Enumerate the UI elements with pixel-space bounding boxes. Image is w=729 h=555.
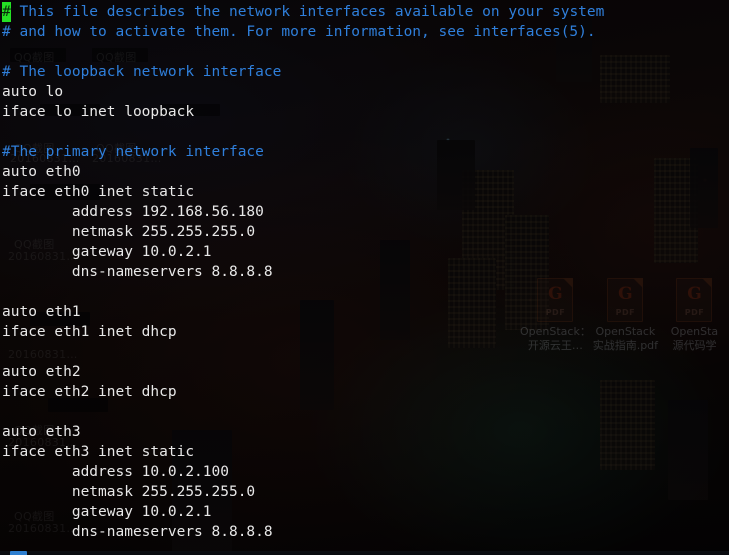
terminal-line: auto eth1 xyxy=(2,302,729,322)
terminal-line: # The loopback network interface xyxy=(2,62,729,82)
terminal-line-text: iface lo inet loopback xyxy=(2,104,195,120)
terminal-line-text xyxy=(2,124,11,140)
terminal-text-area[interactable]: # This file describes the network interf… xyxy=(0,0,729,555)
terminal-line: netmask 255.255.255.0 xyxy=(2,482,729,502)
terminal-line: dns-nameservers 8.8.8.8 xyxy=(2,262,729,282)
terminal-line-text: auto eth3 xyxy=(2,424,81,440)
terminal-line: gateway 10.0.2.1 xyxy=(2,502,729,522)
terminal-line xyxy=(2,122,729,142)
terminal-line: auto lo xyxy=(2,82,729,102)
terminal-line-text xyxy=(2,344,11,360)
terminal-line-text: netmask 255.255.255.0 xyxy=(2,484,256,500)
terminal-line-text: netmask 255.255.255.0 xyxy=(2,224,256,240)
terminal-line-text: address 192.168.56.180 xyxy=(2,204,264,220)
terminal-line: auto eth3 xyxy=(2,422,729,442)
terminal-line: # This file describes the network interf… xyxy=(2,2,729,22)
terminal-line: netmask 255.255.255.0 xyxy=(2,222,729,242)
taskbar-window-chip[interactable] xyxy=(10,551,27,555)
terminal-line: iface eth2 inet dhcp xyxy=(2,382,729,402)
terminal-line: address 192.168.56.180 xyxy=(2,202,729,222)
terminal-line-text: dns-nameservers 8.8.8.8 xyxy=(2,264,273,280)
terminal-line-text: #The primary network interface xyxy=(2,144,264,160)
terminal-line: iface eth0 inet static xyxy=(2,182,729,202)
terminal-line: #The primary network interface xyxy=(2,142,729,162)
terminal-line-text: This file describes the network interfac… xyxy=(10,4,605,20)
terminal-line: iface eth3 inet static xyxy=(2,442,729,462)
terminal-line-text: iface eth3 inet static xyxy=(2,444,195,460)
desktop-screen: QQ截图 QQ截图 QQ截图 QQ截图 20160831… 20160831… … xyxy=(0,0,729,555)
terminal-line: iface lo inet loopback xyxy=(2,102,729,122)
terminal-line: gateway 10.0.2.1 xyxy=(2,242,729,262)
terminal-line-text xyxy=(2,44,11,60)
terminal-line-text: auto eth2 xyxy=(2,364,81,380)
terminal-line-text xyxy=(2,404,11,420)
terminal-line: auto eth2 xyxy=(2,362,729,382)
terminal-line-text: iface eth0 inet static xyxy=(2,184,195,200)
terminal-line: iface eth1 inet dhcp xyxy=(2,322,729,342)
terminal-line: # and how to activate them. For more inf… xyxy=(2,22,729,42)
terminal-line xyxy=(2,342,729,362)
terminal-line-text: iface eth1 inet dhcp xyxy=(2,324,177,340)
terminal-line-text: gateway 10.0.2.1 xyxy=(2,504,212,520)
terminal-line-text: dns-nameservers 8.8.8.8 xyxy=(2,524,273,540)
terminal-line-text: auto lo xyxy=(2,84,64,100)
terminal-line-text: # The loopback network interface xyxy=(2,64,282,80)
terminal-line-text xyxy=(2,284,11,300)
terminal-line-text: # and how to activate them. For more inf… xyxy=(2,24,596,40)
terminal-line-text: auto eth0 xyxy=(2,164,81,180)
terminal-line: address 10.0.2.100 xyxy=(2,462,729,482)
terminal-line: auto eth0 xyxy=(2,162,729,182)
terminal-line xyxy=(2,402,729,422)
terminal-line-text: auto eth1 xyxy=(2,304,81,320)
terminal-line-text: iface eth2 inet dhcp xyxy=(2,384,177,400)
terminal-line-text: gateway 10.0.2.1 xyxy=(2,244,212,260)
terminal-line xyxy=(2,282,729,302)
terminal-cursor: # xyxy=(2,2,11,22)
terminal-line: dns-nameservers 8.8.8.8 xyxy=(2,522,729,542)
terminal-line-text: address 10.0.2.100 xyxy=(2,464,229,480)
terminal-line xyxy=(2,42,729,62)
taskbar[interactable] xyxy=(0,551,729,555)
